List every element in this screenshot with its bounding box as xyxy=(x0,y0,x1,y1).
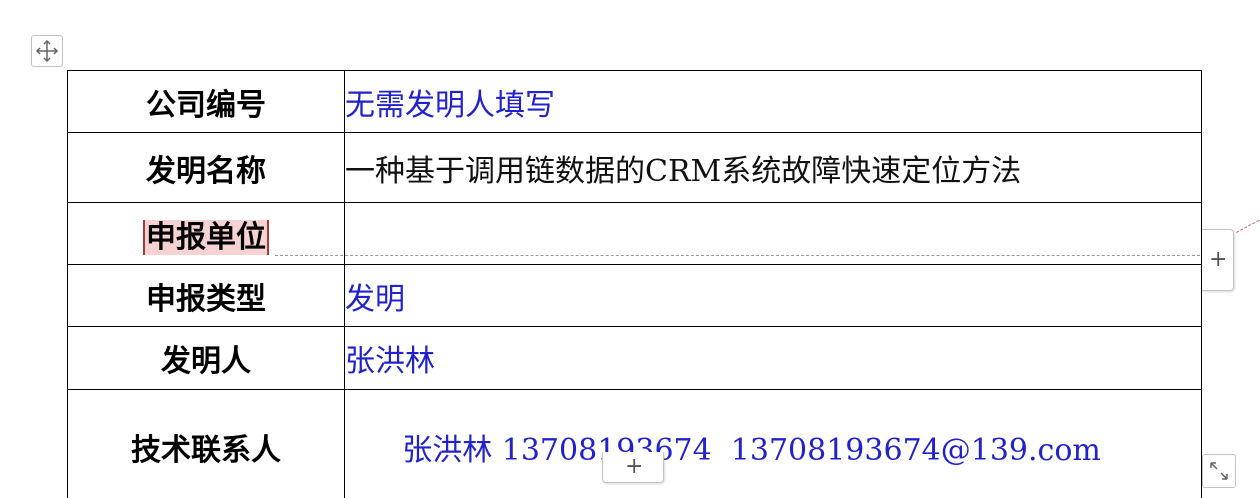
value-tech-contact[interactable]: 张洪林 13708193674 13708193674@139.com xyxy=(344,389,1202,498)
add-row-bottom-button[interactable]: + xyxy=(602,452,664,483)
plus-icon: + xyxy=(1209,247,1228,272)
table-row: 发明人 张洪林 xyxy=(67,326,1202,390)
table-move-handle[interactable] xyxy=(31,35,63,67)
value-application-type[interactable]: 发明 xyxy=(344,264,1202,327)
label-text: 公司编号 xyxy=(146,87,266,123)
value-inventor[interactable]: 张洪林 xyxy=(344,326,1202,390)
value-text: 发明 xyxy=(345,281,406,317)
table-row: 公司编号 无需发明人填写 xyxy=(67,70,1202,133)
resize-icon xyxy=(1210,462,1228,480)
label-invention-name[interactable]: 发明名称 xyxy=(67,132,345,203)
value-invention-name[interactable]: 一种基于调用链数据的CRM系统故障快速定位方法 xyxy=(344,132,1202,203)
add-row-side-button[interactable]: + xyxy=(1202,229,1234,291)
table-row: 申报类型 发明 xyxy=(67,264,1202,327)
label-inventor[interactable]: 发明人 xyxy=(67,326,345,390)
value-text: 一种基于调用链数据的CRM系统故障快速定位方法 xyxy=(345,153,1022,189)
value-text: 无需发明人填写 xyxy=(345,87,556,123)
label-text: 发明人 xyxy=(161,344,251,379)
value-text: 张洪林 13708193674 13708193674@139.com xyxy=(402,433,1101,468)
value-company-number[interactable]: 无需发明人填写 xyxy=(344,70,1202,133)
row-insert-guide xyxy=(275,255,1205,256)
label-text: 申报类型 xyxy=(146,281,266,317)
plus-icon: + xyxy=(625,454,644,479)
value-text: 张洪林 xyxy=(345,344,436,379)
move-icon xyxy=(35,39,59,63)
label-tech-contact[interactable]: 技术联系人 xyxy=(67,389,345,498)
table-resize-handle[interactable] xyxy=(1202,454,1236,488)
label-text: 技术联系人 xyxy=(131,433,281,468)
label-application-type[interactable]: 申报类型 xyxy=(67,264,345,327)
table-row: 发明名称 一种基于调用链数据的CRM系统故障快速定位方法 xyxy=(67,132,1202,203)
label-text: 发明名称 xyxy=(146,153,266,189)
label-company-number[interactable]: 公司编号 xyxy=(67,70,345,133)
selected-label-text: 申报单位 xyxy=(143,219,269,255)
revision-connector xyxy=(1236,219,1260,233)
info-table: 公司编号 无需发明人填写 发明名称 一种基于调用链数据的CRM系统故障快速定位方… xyxy=(67,70,1202,498)
